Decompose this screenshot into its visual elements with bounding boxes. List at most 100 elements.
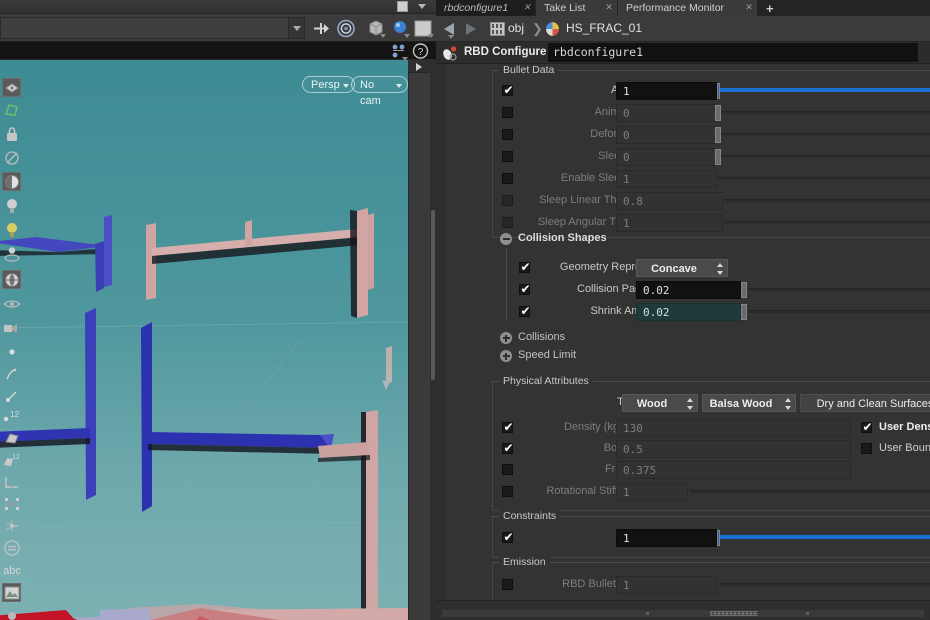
active-slider[interactable] — [719, 88, 930, 92]
density-checkbox[interactable] — [502, 419, 514, 435]
updown-arrows-icon[interactable] — [784, 398, 793, 410]
rotational-stiffness-checkbox[interactable] — [502, 486, 513, 497]
bbox-icon[interactable] — [2, 494, 21, 513]
chevron-down-icon[interactable] — [380, 34, 386, 38]
angle-icon[interactable] — [2, 472, 21, 491]
eye-icon[interactable] — [2, 294, 21, 313]
viewport-collapse-arrow-icon[interactable] — [408, 60, 430, 73]
forward-arrow-icon[interactable] — [466, 23, 476, 35]
collision-padding-slider-handle[interactable] — [741, 282, 747, 298]
rbd-bullet-emit-input[interactable]: 1 — [616, 576, 717, 594]
sleep-angular-threshold-slider[interactable] — [724, 221, 930, 224]
viewport-camera-pill[interactable]: No cam — [351, 76, 408, 107]
cube-icon[interactable] — [366, 19, 386, 38]
3d-viewport[interactable]: Persp No cam — [0, 60, 408, 620]
disc-icon[interactable] — [2, 538, 21, 557]
select-tool-icon[interactable] — [2, 78, 21, 97]
pin-checkbox[interactable] — [502, 529, 514, 545]
tab-take-list[interactable]: Take List ✕ — [536, 0, 618, 16]
rotational-stiffness-input[interactable]: 1 — [616, 483, 688, 501]
camera-eye-icon[interactable] — [2, 318, 21, 337]
prim-icon[interactable] — [2, 428, 21, 447]
vector-icon[interactable] — [2, 364, 21, 383]
user-bounce-checkbox[interactable] — [861, 443, 872, 454]
pin-vector-icon[interactable] — [2, 386, 21, 405]
scrollbar-thumb[interactable] — [442, 610, 924, 617]
active-input[interactable]: 1 — [616, 82, 717, 100]
chevron-down-icon[interactable] — [404, 34, 410, 38]
globe-icon[interactable] — [2, 270, 21, 289]
active-slider-handle[interactable] — [717, 83, 720, 99]
collision-padding-input[interactable]: 0.02 — [636, 281, 741, 299]
lock-icon[interactable] — [2, 124, 21, 143]
sleeping-input[interactable]: 0 — [616, 148, 717, 166]
sleep-linear-threshold-input[interactable]: 0.8 — [616, 192, 723, 210]
density-input[interactable]: 130 — [616, 419, 851, 437]
shading-icon[interactable] — [2, 172, 21, 191]
light-place-icon[interactable] — [2, 244, 21, 263]
deforming-checkbox[interactable] — [502, 129, 513, 140]
chevron-down-icon[interactable] — [428, 34, 434, 38]
sleep-linear-threshold-checkbox[interactable] — [502, 195, 513, 206]
animated-slider[interactable] — [720, 111, 930, 114]
pin-slider[interactable] — [719, 535, 930, 539]
animated-slider-handle[interactable] — [715, 105, 721, 121]
deforming-slider-handle[interactable] — [715, 127, 721, 143]
sphere-icon[interactable] — [390, 19, 410, 38]
handle-tool-icon[interactable] — [2, 100, 21, 119]
deforming-input[interactable]: 0 — [616, 126, 717, 144]
collision-padding-slider[interactable] — [748, 288, 930, 291]
light-gray-icon[interactable] — [2, 196, 21, 215]
no-light-icon[interactable] — [2, 148, 21, 167]
pin-icon[interactable] — [312, 19, 332, 38]
rbd-bullet-emit-checkbox[interactable] — [502, 579, 513, 590]
user-density-checkbox[interactable] — [861, 419, 873, 435]
pin-input[interactable]: 1 — [616, 529, 717, 547]
geometry-representation-checkbox[interactable] — [519, 259, 531, 275]
sleeping-slider-handle[interactable] — [715, 149, 721, 165]
pin-slider-handle[interactable] — [717, 530, 720, 546]
scrollbar-thumb[interactable] — [431, 210, 435, 380]
close-icon[interactable]: ✕ — [605, 3, 613, 12]
close-icon[interactable]: ✕ — [745, 3, 753, 12]
tab-rbdconfigure1[interactable]: rbdconfigure1 ✕ — [436, 0, 536, 16]
expand-plus-icon[interactable] — [500, 332, 512, 344]
snapshot-icon[interactable] — [2, 606, 21, 620]
animated-checkbox[interactable] — [502, 107, 513, 118]
back-arrow-menu-icon[interactable] — [448, 35, 454, 39]
enable-sleeping-input[interactable]: 1 — [616, 170, 717, 188]
breadcrumb-node[interactable]: HS_FRAC_01 — [566, 21, 642, 35]
tab-performance-monitor[interactable]: Performance Monitor ✕ — [618, 0, 758, 16]
breadcrumb-obj[interactable]: obj — [508, 21, 524, 35]
node-name-input[interactable]: rbdconfigure1 — [548, 43, 918, 62]
expand-plus-icon[interactable] — [500, 350, 512, 362]
plane-icon[interactable] — [412, 19, 434, 38]
sleep-angular-threshold-input[interactable]: 1 — [616, 214, 723, 232]
animated-input[interactable]: 0 — [616, 104, 717, 122]
parameter-horizontal-scrollbar[interactable] — [442, 610, 924, 617]
friction-checkbox[interactable] — [502, 464, 513, 475]
sleeping-slider[interactable] — [720, 155, 930, 158]
friction-input[interactable]: 0.375 — [616, 461, 851, 479]
pane-resize-grip[interactable] — [710, 611, 758, 616]
point-icon[interactable] — [2, 342, 21, 361]
add-tab-button[interactable]: + — [766, 2, 774, 15]
sleep-linear-threshold-slider[interactable] — [724, 199, 930, 202]
shrink-amount-slider[interactable] — [748, 310, 930, 313]
collision-padding-checkbox[interactable] — [519, 281, 531, 297]
enable-sleeping-slider[interactable] — [718, 177, 930, 180]
path-dropdown-icon[interactable] — [288, 18, 304, 38]
bounce-checkbox[interactable] — [502, 440, 514, 456]
viewport-view-pill[interactable]: Persp — [302, 76, 355, 93]
rbd-bullet-emit-slider[interactable] — [720, 583, 930, 586]
back-arrow-icon[interactable] — [444, 23, 454, 35]
type-surface-menu[interactable]: Dry and Clean Surfaces — [800, 394, 930, 412]
bounce-input[interactable]: 0.5 — [616, 440, 851, 458]
path-input[interactable] — [0, 17, 305, 39]
updown-arrows-icon[interactable] — [716, 263, 725, 275]
shrink-amount-checkbox[interactable] — [519, 303, 531, 319]
abc-icon[interactable]: abc — [2, 561, 22, 580]
origin-icon[interactable] — [2, 516, 21, 535]
sleeping-checkbox[interactable] — [502, 151, 513, 162]
collapse-minus-icon[interactable] — [500, 233, 512, 245]
